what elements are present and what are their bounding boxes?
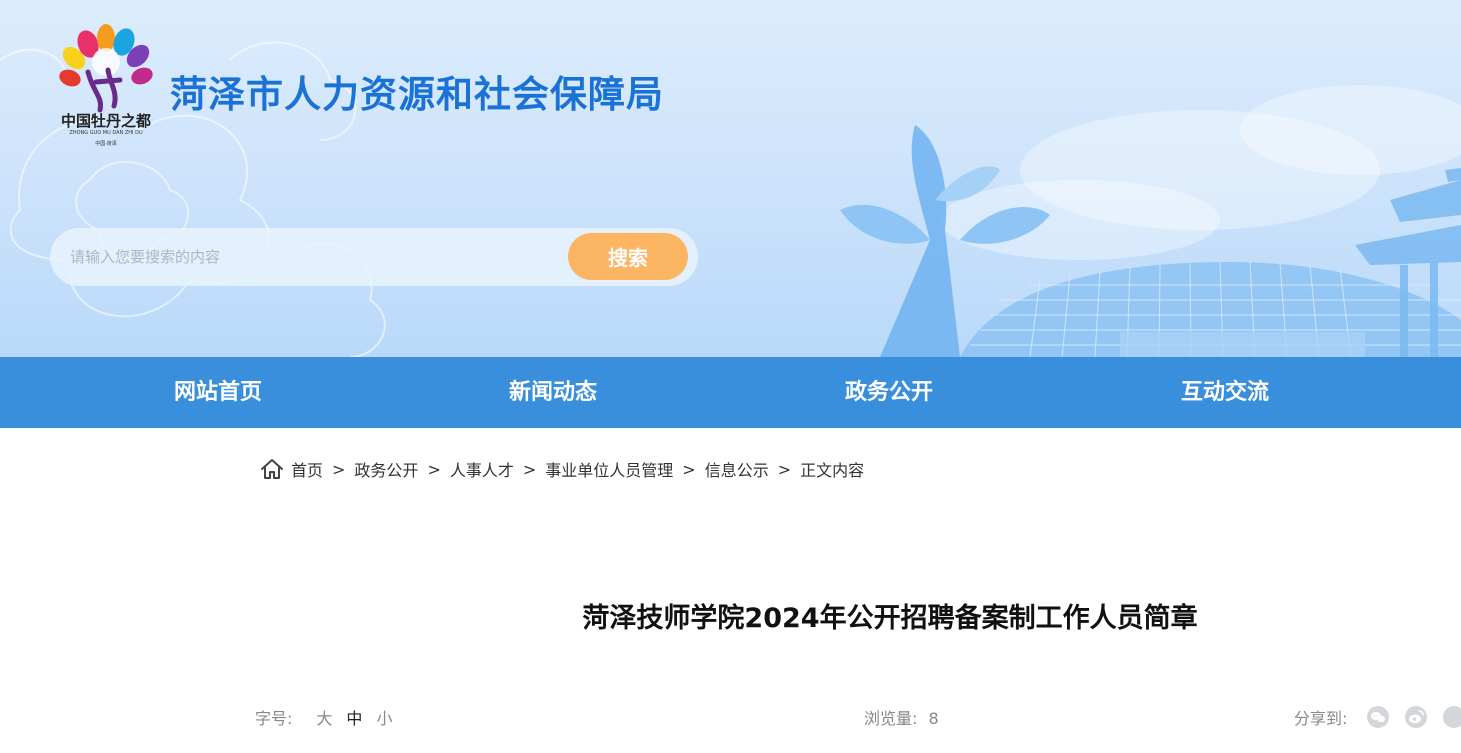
font-size-medium[interactable]: 中 bbox=[346, 705, 362, 729]
banner-background-illustration bbox=[0, 41, 1461, 357]
breadcrumb-separator: > bbox=[682, 459, 696, 479]
nav-item-interaction[interactable]: 互动交流 bbox=[1125, 357, 1325, 428]
view-count-label: 浏览量: bbox=[864, 709, 918, 728]
breadcrumb-separator: > bbox=[777, 459, 792, 479]
breadcrumb-info-notice[interactable]: 信息公示 bbox=[705, 457, 769, 481]
breadcrumb-separator: > bbox=[332, 459, 346, 479]
more-share-icon[interactable] bbox=[1443, 706, 1461, 728]
breadcrumb: 首页 > 政务公开 > 人事人才 > 事业单位人员管理 > 信息公示 > 正文内… bbox=[260, 456, 864, 482]
font-size-controls: 字号: 大 中 小 bbox=[255, 705, 392, 729]
site-title[interactable]: 菏泽市人力资源和社会保障局 bbox=[170, 64, 664, 118]
logo-small-caption: 中国·菏泽 bbox=[95, 141, 117, 147]
search-button[interactable]: 搜索 bbox=[568, 233, 688, 280]
breadcrumb-home[interactable]: 首页 bbox=[291, 457, 323, 481]
share-bar: 分享到: bbox=[1294, 705, 1461, 729]
article-title: 菏泽技师学院2024年公开招聘备案制工作人员简章 bbox=[582, 603, 1198, 634]
nav-item-government-affairs[interactable]: 政务公开 bbox=[789, 357, 989, 428]
share-label: 分享到: bbox=[1294, 709, 1348, 728]
nav-item-news[interactable]: 新闻动态 bbox=[453, 357, 653, 428]
breadcrumb-separator: > bbox=[427, 459, 441, 479]
header-banner: 中国牡丹之都 ZHONG GUO MU DAN ZHI DU 中国·菏泽 菏泽市… bbox=[0, 0, 1461, 357]
wechat-icon[interactable] bbox=[1367, 706, 1390, 728]
breadcrumb-current: 正文内容 bbox=[800, 461, 865, 480]
breadcrumb-personnel[interactable]: 人事人才 bbox=[450, 457, 514, 481]
logo-caption: 中国牡丹之都 bbox=[60, 112, 151, 130]
home-icon[interactable] bbox=[260, 458, 284, 480]
view-count: 浏览量: 8 bbox=[864, 705, 939, 729]
weibo-icon[interactable] bbox=[1405, 706, 1428, 728]
font-size-small[interactable]: 小 bbox=[376, 705, 392, 729]
search-input[interactable] bbox=[68, 236, 558, 278]
font-size-large[interactable]: 大 bbox=[316, 705, 332, 729]
search-bar: 搜索 bbox=[50, 228, 698, 286]
site-logo[interactable]: 中国牡丹之都 ZHONG GUO MU DAN ZHI DU 中国·菏泽 bbox=[48, 22, 164, 152]
breadcrumb-institution-staff[interactable]: 事业单位人员管理 bbox=[545, 457, 673, 481]
article-title-row: 菏泽技师学院2024年公开招聘备案制工作人员简章 bbox=[0, 596, 1461, 635]
breadcrumb-government-affairs[interactable]: 政务公开 bbox=[354, 457, 418, 481]
nav-item-home[interactable]: 网站首页 bbox=[118, 357, 318, 428]
font-size-label: 字号: bbox=[255, 709, 293, 728]
breadcrumb-separator: > bbox=[522, 459, 537, 479]
logo-subcaption: ZHONG GUO MU DAN ZHI DU bbox=[69, 130, 143, 136]
main-nav: 网站首页 新闻动态 政务公开 互动交流 bbox=[0, 357, 1461, 428]
view-count-value: 8 bbox=[928, 709, 939, 728]
